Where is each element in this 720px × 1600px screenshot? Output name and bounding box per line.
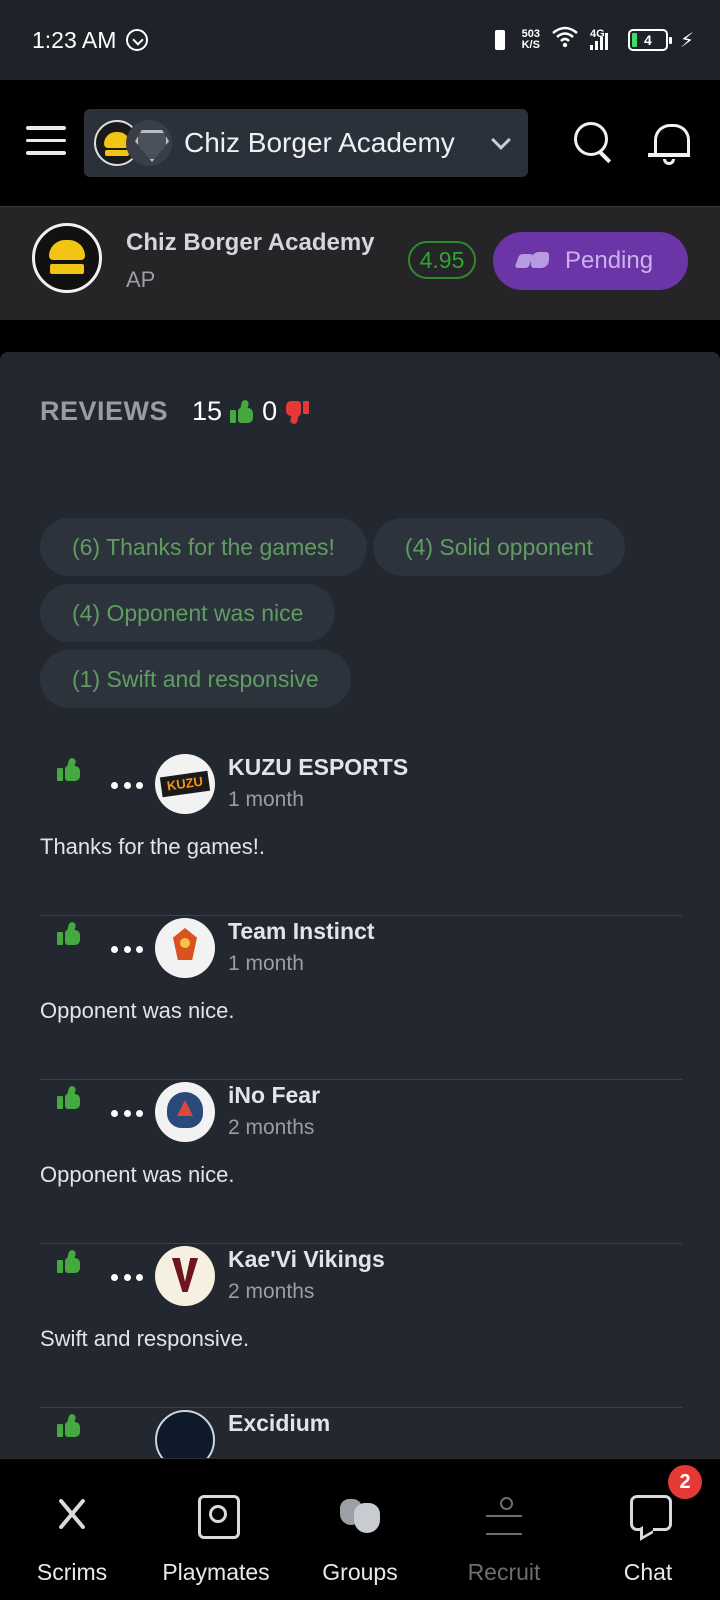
reviewer-name[interactable]: Excidium bbox=[228, 1410, 330, 1437]
review-tag[interactable]: (6) Thanks for the games! bbox=[40, 518, 367, 576]
reviewer-name[interactable]: Team Instinct bbox=[228, 918, 375, 945]
reviewer-name[interactable]: Kae'Vi Vikings bbox=[228, 1246, 385, 1273]
nav-chat[interactable]: 2 Chat bbox=[576, 1459, 720, 1600]
chevron-down-icon bbox=[491, 130, 511, 150]
review-text: Opponent was nice. bbox=[40, 998, 235, 1023]
cellular-signal-icon: 4G bbox=[589, 28, 616, 52]
reviewer-name[interactable]: iNo Fear bbox=[228, 1082, 320, 1109]
search-icon[interactable] bbox=[572, 120, 616, 164]
review-tag[interactable]: (4) Solid opponent bbox=[372, 518, 625, 576]
reviewer-avatar[interactable] bbox=[155, 1246, 215, 1306]
nav-scrims[interactable]: Scrims bbox=[0, 1459, 144, 1600]
status-icons: 503 K/S 4G 4 ⚡ bbox=[490, 0, 694, 80]
more-options-icon[interactable] bbox=[111, 1110, 143, 1118]
thumbs-up-icon bbox=[57, 1414, 81, 1438]
pending-label: Pending bbox=[565, 247, 654, 274]
thumbs-up-icon bbox=[57, 758, 81, 782]
status-bar: 1:23 AM 503 K/S 4G 4 ⚡ bbox=[0, 0, 720, 80]
review-item: Team Instinct 1 month Opponent was nice. bbox=[40, 916, 682, 1080]
vibrate-icon bbox=[490, 28, 510, 52]
review-time: 1 month bbox=[228, 788, 304, 811]
nav-groups[interactable]: Groups bbox=[288, 1459, 432, 1600]
menu-icon[interactable] bbox=[26, 126, 66, 158]
review-tags: (6) Thanks for the games! (4) Solid oppo… bbox=[40, 518, 690, 708]
selected-team-name: Chiz Borger Academy bbox=[184, 127, 455, 158]
chat-unread-badge: 2 bbox=[668, 1465, 702, 1499]
wifi-icon bbox=[552, 26, 578, 54]
more-options-icon[interactable] bbox=[111, 1274, 143, 1282]
thumbs-up-icon bbox=[57, 1250, 81, 1274]
nav-label: Playmates bbox=[162, 1559, 270, 1585]
chat-bubble-icon bbox=[626, 1493, 672, 1537]
team-info-bar: Chiz Borger Academy AP 4.95 Pending bbox=[0, 206, 720, 320]
review-time: 2 months bbox=[228, 1280, 315, 1303]
charging-icon: ⚡ bbox=[679, 29, 694, 52]
thumbs-up-icon bbox=[57, 922, 81, 946]
whatsapp-icon bbox=[126, 29, 149, 51]
review-item: iNo Fear 2 months Opponent was nice. bbox=[40, 1080, 682, 1244]
review-tag[interactable]: (1) Swift and responsive bbox=[40, 650, 351, 708]
pending-button[interactable]: Pending bbox=[493, 232, 688, 290]
bottom-navigation: Scrims Playmates Groups Recruit 2 Chat bbox=[0, 1458, 720, 1600]
review-text: Thanks for the games!. bbox=[40, 834, 265, 859]
reviews-header: REVIEWS 15 0 bbox=[40, 396, 310, 427]
team-logo bbox=[32, 223, 102, 293]
reviewer-avatar[interactable] bbox=[155, 918, 215, 978]
reviewer-avatar[interactable] bbox=[155, 1410, 215, 1458]
rating-badge: 4.95 bbox=[408, 241, 476, 279]
review-item: Kae'Vi Vikings 2 months Swift and respon… bbox=[40, 1244, 682, 1408]
nav-label: Recruit bbox=[467, 1559, 541, 1585]
nav-label: Chat bbox=[623, 1559, 673, 1585]
review-text: Swift and responsive. bbox=[40, 1326, 250, 1351]
contact-card-icon bbox=[194, 1493, 240, 1539]
reviewer-name[interactable]: KUZU ESPORTS bbox=[228, 754, 408, 781]
negative-count: 0 bbox=[262, 396, 278, 426]
handshake-icon bbox=[517, 250, 551, 272]
nav-label: Groups bbox=[322, 1559, 398, 1585]
battery-icon: 4 bbox=[627, 29, 672, 51]
nav-recruit[interactable]: Recruit bbox=[432, 1459, 576, 1600]
review-list: KUZU ESPORTS 1 month Thanks for the game… bbox=[40, 752, 682, 1458]
review-item: Excidium bbox=[40, 1408, 682, 1458]
review-tag[interactable]: (4) Opponent was nice bbox=[40, 584, 336, 642]
network-speed-unit: K/S bbox=[521, 39, 540, 51]
thumbs-up-icon bbox=[57, 1086, 81, 1110]
review-text: Opponent was nice. bbox=[40, 1162, 235, 1187]
app-header: Chiz Borger Academy bbox=[0, 80, 720, 206]
thumbs-up-icon bbox=[230, 400, 254, 424]
more-options-icon[interactable] bbox=[111, 782, 143, 790]
review-time: 1 month bbox=[228, 952, 304, 975]
team-selector[interactable]: Chiz Borger Academy bbox=[84, 109, 528, 177]
team-name: Chiz Borger Academy bbox=[126, 229, 375, 256]
reviews-title: REVIEWS bbox=[40, 396, 169, 426]
network-speed: 503 K/S bbox=[522, 29, 540, 51]
group-masks-icon bbox=[338, 1493, 382, 1537]
reviewer-avatar[interactable] bbox=[155, 1082, 215, 1142]
nav-label: Scrims bbox=[36, 1559, 108, 1585]
review-item: KUZU ESPORTS 1 month Thanks for the game… bbox=[40, 752, 682, 916]
bell-icon[interactable] bbox=[648, 120, 692, 166]
review-time: 2 months bbox=[228, 1116, 315, 1139]
nav-playmates[interactable]: Playmates bbox=[144, 1459, 288, 1600]
shield-icon bbox=[126, 120, 172, 166]
org-chart-icon bbox=[482, 1493, 526, 1537]
team-region: AP bbox=[126, 267, 156, 292]
reviewer-avatar[interactable] bbox=[155, 754, 215, 814]
thumbs-down-icon bbox=[285, 400, 310, 424]
battery-level: 4 bbox=[644, 32, 652, 48]
positive-count: 15 bbox=[192, 396, 223, 426]
status-time: 1:23 AM bbox=[32, 26, 117, 53]
crossed-swords-icon bbox=[50, 1493, 94, 1537]
reviews-panel: REVIEWS 15 0 (6) Thanks for the games! (… bbox=[0, 352, 720, 1458]
more-options-icon[interactable] bbox=[111, 946, 143, 954]
